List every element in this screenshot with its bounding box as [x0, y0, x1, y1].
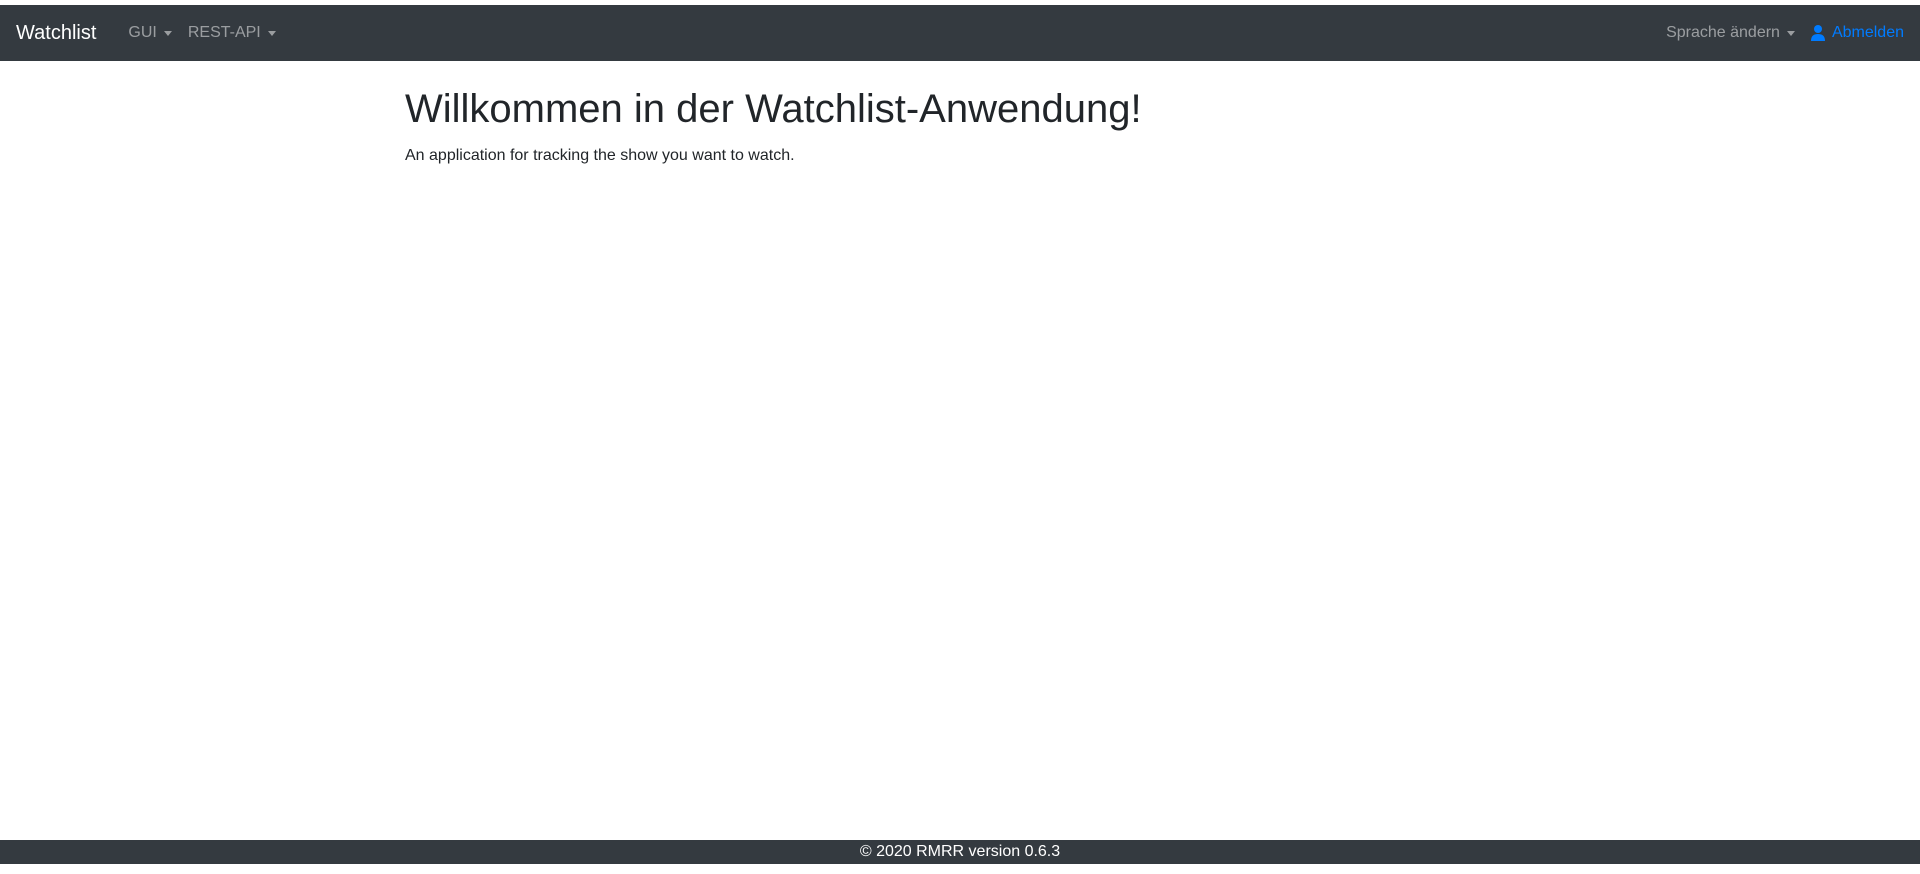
brand-link[interactable]: Watchlist	[16, 22, 96, 45]
logout-label: Abmelden	[1831, 24, 1904, 41]
language-label: Sprache ändern	[1666, 24, 1780, 41]
page-subtitle: An application for tracking the show you…	[405, 147, 795, 164]
nav-gui-label: GUI	[128, 24, 157, 41]
main-content: Willkommen in der Watchlist-Anwendung! A…	[405, 61, 1515, 165]
nav-rest-api-dropdown[interactable]: REST-API	[180, 16, 284, 50]
user-icon	[1810, 25, 1825, 41]
nav-left: GUI REST-API	[120, 16, 283, 50]
nav-right: Sprache ändern Abmelden	[1658, 16, 1904, 50]
caret-down-icon	[1786, 30, 1795, 36]
nav-rest-api-label: REST-API	[187, 24, 261, 41]
logout-link[interactable]: Abmelden	[1803, 16, 1904, 50]
language-dropdown[interactable]: Sprache ändern	[1658, 16, 1803, 50]
caret-down-icon	[267, 30, 276, 36]
caret-down-icon	[163, 30, 172, 36]
footer: © 2020 RMRR version 0.6.3	[0, 840, 1920, 864]
navbar: Watchlist GUI REST-API Sprache ändern Ab…	[0, 5, 1920, 61]
footer-text: © 2020 RMRR version 0.6.3	[859, 843, 1061, 860]
nav-gui-dropdown[interactable]: GUI	[120, 16, 179, 50]
page-title: Willkommen in der Watchlist-Anwendung!	[405, 87, 1142, 131]
